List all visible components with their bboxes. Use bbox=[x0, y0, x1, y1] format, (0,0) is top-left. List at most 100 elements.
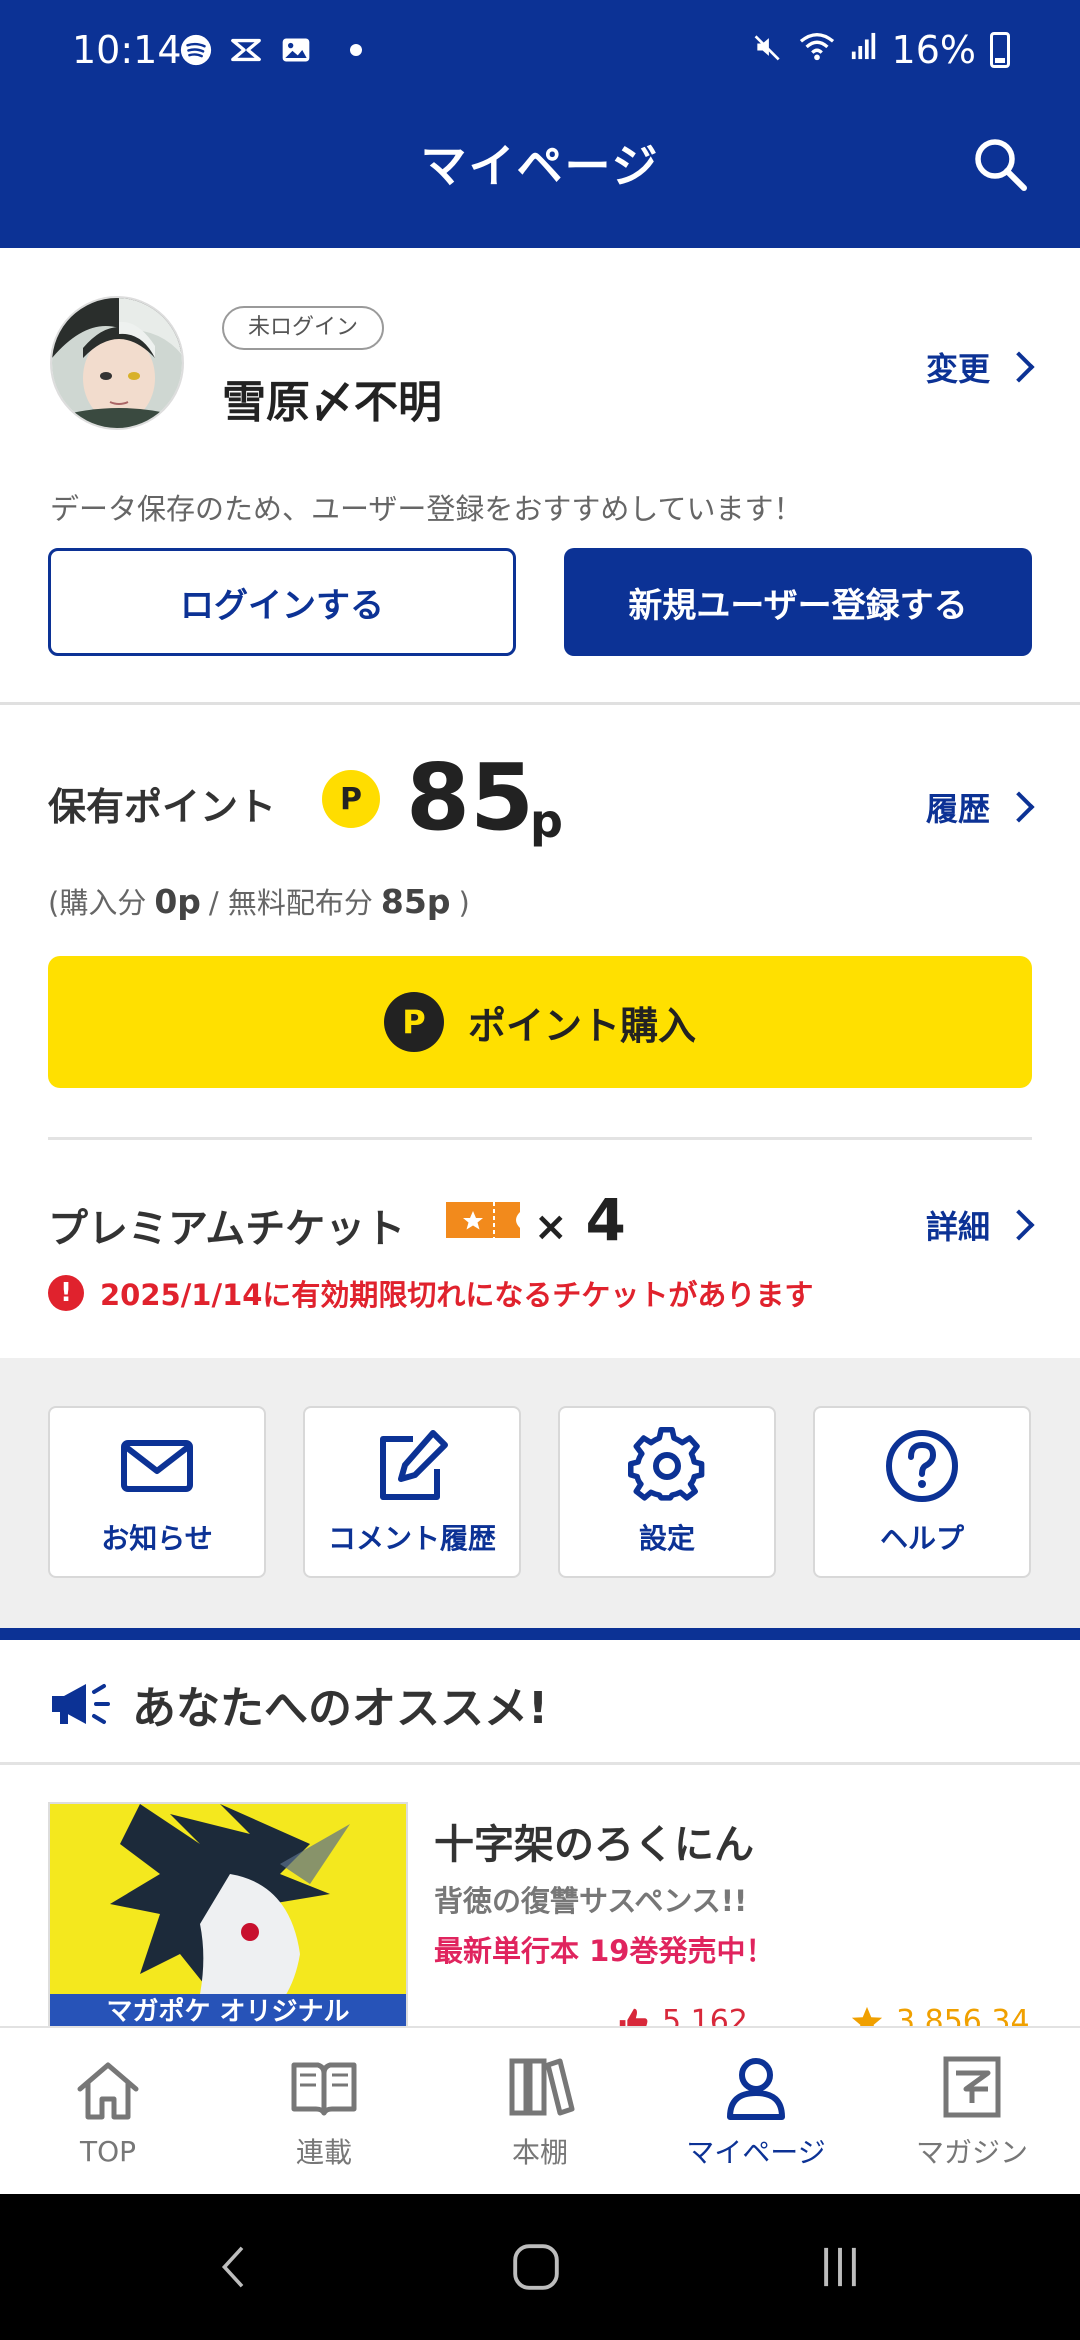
login-button[interactable]: ログインする bbox=[48, 548, 516, 656]
ticket-icon bbox=[446, 1202, 520, 1238]
breakdown-close: ) bbox=[458, 886, 470, 920]
recommend-thumbnail[interactable]: マガポケ オリジナル bbox=[48, 1802, 408, 2030]
history-label: 履歴 bbox=[925, 790, 990, 828]
profile-section: 未ログイン 雪原〆不明 変更 データ保存のため、ユーザー登録をおすすめしています… bbox=[0, 248, 1080, 706]
capcut-icon bbox=[228, 32, 264, 68]
search-button[interactable] bbox=[968, 132, 1032, 196]
battery-percent: 16% bbox=[891, 28, 976, 72]
book-icon bbox=[291, 2062, 357, 2116]
shortcut-help[interactable]: ヘルプ bbox=[813, 1406, 1031, 1578]
home-icon bbox=[77, 2062, 139, 2119]
shortcut-label: コメント履歴 bbox=[327, 1522, 496, 1555]
home-circle-icon bbox=[513, 2244, 559, 2290]
points-label: 保有ポイント bbox=[48, 785, 277, 829]
section-divider bbox=[0, 702, 1080, 705]
app-header: 10:14 16% マイページ bbox=[0, 0, 1080, 248]
back-button[interactable] bbox=[174, 2194, 294, 2340]
mail-icon bbox=[121, 1440, 193, 1492]
breakdown-mid: / 無料配布分 bbox=[208, 886, 373, 920]
status-icons-left bbox=[178, 32, 362, 68]
nav-item-mypage[interactable]: マイページ bbox=[648, 2028, 864, 2194]
section-band bbox=[0, 1628, 1080, 1640]
nav-item-magazine[interactable]: マガジン bbox=[864, 2028, 1080, 2194]
battery-icon bbox=[990, 32, 1010, 68]
ticket-count-value: 4 bbox=[585, 1186, 626, 1254]
ticket-warning-text: 2025/1/14に有効期限切れになるチケットがあります bbox=[100, 1278, 814, 1312]
point-coin-icon: P bbox=[383, 992, 444, 1052]
nav-label: TOP bbox=[79, 2134, 137, 2168]
status-icons-right: 16% bbox=[752, 28, 1010, 72]
ticket-detail-link[interactable]: 詳細 bbox=[925, 1202, 1035, 1248]
recommend-item-news: 最新単行本 19巻発売中！ bbox=[434, 1934, 775, 1968]
register-button[interactable]: 新規ユーザー登録する bbox=[564, 548, 1032, 656]
save-note: データ保存のため、ユーザー登録をおすすめしています！ bbox=[50, 492, 803, 526]
purchased-points: 0p bbox=[154, 882, 201, 921]
nav-label: マイページ bbox=[686, 2136, 826, 2169]
system-navigation-bar bbox=[0, 2194, 1080, 2340]
premium-ticket-label: プレミアムチケット bbox=[48, 1206, 406, 1252]
shortcut-settings[interactable]: 設定 bbox=[558, 1406, 776, 1578]
nav-item-serial[interactable]: 連載 bbox=[216, 2028, 432, 2194]
buy-points-label: ポイント購入 bbox=[467, 1003, 696, 1048]
gallery-icon bbox=[278, 32, 314, 68]
section-divider bbox=[0, 1762, 1080, 1765]
page-title: マイページ bbox=[420, 139, 660, 193]
points-unit: p bbox=[530, 794, 563, 848]
bottom-navigation: TOP 連載 本棚 マイページ マガジン bbox=[0, 2026, 1080, 2194]
megaphone-icon bbox=[52, 1684, 110, 1724]
search-icon bbox=[975, 139, 1027, 191]
nav-item-bookshelf[interactable]: 本棚 bbox=[432, 2028, 648, 2194]
free-points: 85p bbox=[380, 882, 451, 921]
shortcut-news[interactable]: お知らせ bbox=[48, 1406, 266, 1578]
spotify-icon bbox=[178, 32, 214, 68]
nav-label: 連載 bbox=[295, 2136, 352, 2169]
edit-icon bbox=[380, 1430, 448, 1500]
warning-icon: ! bbox=[48, 1275, 84, 1311]
notification-dot-icon bbox=[350, 44, 362, 56]
shortcut-area: お知らせ コメント履歴 設定 ヘルプ bbox=[0, 1358, 1080, 1628]
nav-item-top[interactable]: TOP bbox=[0, 2028, 216, 2194]
recommend-item-description: 背徳の復讐サスペンス!! bbox=[434, 1884, 748, 1918]
shortcut-label: ヘルプ bbox=[879, 1522, 964, 1555]
buy-points-button[interactable]: P ポイント購入 bbox=[48, 956, 1032, 1088]
user-icon bbox=[727, 2058, 785, 2120]
points-history-link[interactable]: 履歴 bbox=[925, 784, 1035, 830]
points-breakdown: (購入分 0p / 無料配布分 85p ) bbox=[48, 880, 470, 922]
shortcut-comment-history[interactable]: コメント履歴 bbox=[303, 1406, 521, 1578]
section-divider bbox=[48, 1137, 1032, 1140]
mute-icon bbox=[752, 28, 784, 72]
status-bar: 10:14 16% bbox=[0, 0, 1080, 100]
detail-label: 詳細 bbox=[925, 1208, 990, 1246]
status-time: 10:14 bbox=[72, 28, 182, 72]
change-label: 変更 bbox=[925, 350, 990, 388]
chevron-right-icon bbox=[1003, 1209, 1035, 1241]
recommend-header: あなたへのオススメ! bbox=[48, 1672, 548, 1736]
recents-button[interactable] bbox=[780, 2194, 900, 2340]
ticket-warning: ! 2025/1/14に有効期限切れになるチケットがあります bbox=[48, 1272, 813, 1314]
shortcut-label: 設定 bbox=[638, 1522, 695, 1555]
point-coin-icon: P bbox=[322, 770, 380, 828]
bookshelf-icon bbox=[509, 2058, 575, 2116]
change-profile-link[interactable]: 変更 bbox=[925, 344, 1035, 390]
avatar[interactable] bbox=[50, 296, 184, 430]
shortcut-label: お知らせ bbox=[101, 1522, 213, 1555]
recommend-item-title[interactable]: 十字架のろくにん bbox=[434, 1812, 754, 1870]
thumbnail-banner: マガポケ オリジナル bbox=[50, 1994, 406, 2028]
chevron-right-icon bbox=[1003, 351, 1035, 383]
chevron-right-icon bbox=[1003, 791, 1035, 823]
breakdown-open: (購入分 bbox=[48, 886, 147, 920]
times-sign: × bbox=[534, 1204, 568, 1250]
help-icon bbox=[886, 1430, 958, 1502]
points-value: 85 bbox=[406, 744, 535, 851]
magazine-icon bbox=[943, 2056, 1001, 2118]
recents-icon bbox=[824, 2247, 856, 2287]
nav-label: 本棚 bbox=[511, 2136, 568, 2169]
home-button[interactable] bbox=[476, 2194, 596, 2340]
gear-icon bbox=[628, 1427, 705, 1501]
recommend-title: あなたへのオススメ! bbox=[132, 1683, 549, 1734]
login-status-badge: 未ログイン bbox=[222, 306, 385, 350]
nav-label: マガジン bbox=[915, 2136, 1028, 2169]
back-icon bbox=[221, 2246, 244, 2288]
ticket-count: × 4 bbox=[534, 1186, 626, 1254]
wifi-icon bbox=[798, 28, 836, 72]
